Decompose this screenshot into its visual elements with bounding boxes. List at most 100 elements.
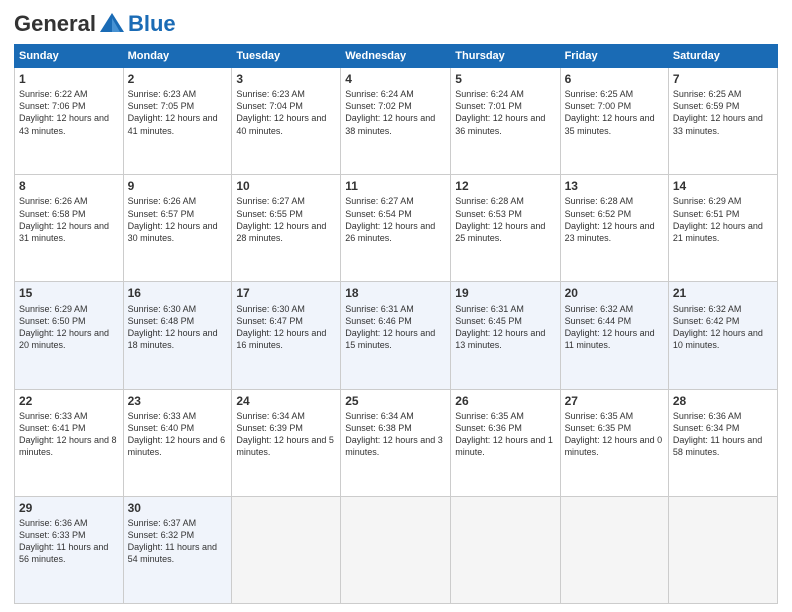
calendar-cell bbox=[451, 496, 560, 603]
day-number: 24 bbox=[236, 393, 336, 409]
day-info: Sunrise: 6:28 AMSunset: 6:53 PMDaylight:… bbox=[455, 195, 555, 244]
day-number: 8 bbox=[19, 178, 119, 194]
header-friday: Friday bbox=[560, 45, 668, 68]
calendar-cell: 10Sunrise: 6:27 AMSunset: 6:55 PMDayligh… bbox=[232, 175, 341, 282]
day-number: 16 bbox=[128, 285, 228, 301]
day-info: Sunrise: 6:27 AMSunset: 6:55 PMDaylight:… bbox=[236, 195, 336, 244]
day-number: 9 bbox=[128, 178, 228, 194]
day-number: 1 bbox=[19, 71, 119, 87]
calendar-cell: 3Sunrise: 6:23 AMSunset: 7:04 PMDaylight… bbox=[232, 68, 341, 175]
day-info: Sunrise: 6:26 AMSunset: 6:58 PMDaylight:… bbox=[19, 195, 119, 244]
logo-general-text: General bbox=[14, 11, 96, 37]
calendar-cell: 1Sunrise: 6:22 AMSunset: 7:06 PMDaylight… bbox=[15, 68, 124, 175]
day-info: Sunrise: 6:23 AMSunset: 7:04 PMDaylight:… bbox=[236, 88, 336, 137]
day-info: Sunrise: 6:35 AMSunset: 6:35 PMDaylight:… bbox=[565, 410, 664, 459]
day-info: Sunrise: 6:31 AMSunset: 6:45 PMDaylight:… bbox=[455, 303, 555, 352]
calendar-cell: 29Sunrise: 6:36 AMSunset: 6:33 PMDayligh… bbox=[15, 496, 124, 603]
calendar-cell: 2Sunrise: 6:23 AMSunset: 7:05 PMDaylight… bbox=[123, 68, 232, 175]
calendar-table: SundayMondayTuesdayWednesdayThursdayFrid… bbox=[14, 44, 778, 604]
calendar-cell: 27Sunrise: 6:35 AMSunset: 6:35 PMDayligh… bbox=[560, 389, 668, 496]
day-info: Sunrise: 6:30 AMSunset: 6:47 PMDaylight:… bbox=[236, 303, 336, 352]
calendar-cell: 12Sunrise: 6:28 AMSunset: 6:53 PMDayligh… bbox=[451, 175, 560, 282]
day-info: Sunrise: 6:33 AMSunset: 6:41 PMDaylight:… bbox=[19, 410, 119, 459]
calendar-cell: 25Sunrise: 6:34 AMSunset: 6:38 PMDayligh… bbox=[341, 389, 451, 496]
calendar-cell bbox=[341, 496, 451, 603]
day-number: 23 bbox=[128, 393, 228, 409]
calendar-cell: 6Sunrise: 6:25 AMSunset: 7:00 PMDaylight… bbox=[560, 68, 668, 175]
day-number: 20 bbox=[565, 285, 664, 301]
day-number: 17 bbox=[236, 285, 336, 301]
calendar-cell: 19 Sunrise: 6:31 AMSunset: 6:45 PMDayligh… bbox=[451, 282, 560, 389]
day-number: 30 bbox=[128, 500, 228, 516]
calendar-cell: 16Sunrise: 6:30 AMSunset: 6:48 PMDayligh… bbox=[123, 282, 232, 389]
day-info: Sunrise: 6:28 AMSunset: 6:52 PMDaylight:… bbox=[565, 195, 664, 244]
day-number: 28 bbox=[673, 393, 773, 409]
calendar-cell: 15 Sunrise: 6:29 AMSunset: 6:50 PMDayligh… bbox=[15, 282, 124, 389]
day-info: Sunrise: 6:26 AMSunset: 6:57 PMDaylight:… bbox=[128, 195, 228, 244]
calendar-cell: 22Sunrise: 6:33 AMSunset: 6:41 PMDayligh… bbox=[15, 389, 124, 496]
calendar-cell: 30Sunrise: 6:37 AMSunset: 6:32 PMDayligh… bbox=[123, 496, 232, 603]
calendar-cell: 17 Sunrise: 6:30 AMSunset: 6:47 PMDayligh… bbox=[232, 282, 341, 389]
day-info: Sunrise: 6:22 AMSunset: 7:06 PMDaylight:… bbox=[19, 88, 119, 137]
calendar-cell: 11Sunrise: 6:27 AMSunset: 6:54 PMDayligh… bbox=[341, 175, 451, 282]
day-info: Sunrise: 6:23 AMSunset: 7:05 PMDaylight:… bbox=[128, 88, 228, 137]
calendar-cell: 5Sunrise: 6:24 AMSunset: 7:01 PMDaylight… bbox=[451, 68, 560, 175]
calendar-header-row: SundayMondayTuesdayWednesdayThursdayFrid… bbox=[15, 45, 778, 68]
day-info: Sunrise: 6:34 AMSunset: 6:39 PMDaylight:… bbox=[236, 410, 336, 459]
header-thursday: Thursday bbox=[451, 45, 560, 68]
day-number: 10 bbox=[236, 178, 336, 194]
logo: General Blue bbox=[14, 10, 176, 38]
day-number: 22 bbox=[19, 393, 119, 409]
calendar-week-row: 22Sunrise: 6:33 AMSunset: 6:41 PMDayligh… bbox=[15, 389, 778, 496]
day-info: Sunrise: 6:36 AMSunset: 6:33 PMDaylight:… bbox=[19, 517, 119, 566]
day-number: 26 bbox=[455, 393, 555, 409]
day-number: 14 bbox=[673, 178, 773, 194]
day-info: Sunrise: 6:29 AMSunset: 6:50 PMDaylight:… bbox=[19, 303, 119, 352]
day-number: 27 bbox=[565, 393, 664, 409]
calendar-cell: 4Sunrise: 6:24 AMSunset: 7:02 PMDaylight… bbox=[341, 68, 451, 175]
day-info: Sunrise: 6:32 AMSunset: 6:44 PMDaylight:… bbox=[565, 303, 664, 352]
day-number: 12 bbox=[455, 178, 555, 194]
calendar-cell: 24Sunrise: 6:34 AMSunset: 6:39 PMDayligh… bbox=[232, 389, 341, 496]
day-number: 11 bbox=[345, 178, 446, 194]
day-info: Sunrise: 6:24 AMSunset: 7:01 PMDaylight:… bbox=[455, 88, 555, 137]
day-number: 4 bbox=[345, 71, 446, 87]
day-info: Sunrise: 6:35 AMSunset: 6:36 PMDaylight:… bbox=[455, 410, 555, 459]
day-info: Sunrise: 6:33 AMSunset: 6:40 PMDaylight:… bbox=[128, 410, 228, 459]
day-info: Sunrise: 6:34 AMSunset: 6:38 PMDaylight:… bbox=[345, 410, 446, 459]
header-wednesday: Wednesday bbox=[341, 45, 451, 68]
day-info: Sunrise: 6:25 AMSunset: 7:00 PMDaylight:… bbox=[565, 88, 664, 137]
calendar-cell: 26Sunrise: 6:35 AMSunset: 6:36 PMDayligh… bbox=[451, 389, 560, 496]
calendar-cell: 13Sunrise: 6:28 AMSunset: 6:52 PMDayligh… bbox=[560, 175, 668, 282]
day-number: 25 bbox=[345, 393, 446, 409]
day-number: 6 bbox=[565, 71, 664, 87]
calendar-cell bbox=[560, 496, 668, 603]
logo-icon bbox=[98, 10, 126, 38]
day-info: Sunrise: 6:31 AMSunset: 6:46 PMDaylight:… bbox=[345, 303, 446, 352]
calendar-week-row: 29Sunrise: 6:36 AMSunset: 6:33 PMDayligh… bbox=[15, 496, 778, 603]
calendar-week-row: 1Sunrise: 6:22 AMSunset: 7:06 PMDaylight… bbox=[15, 68, 778, 175]
calendar-cell bbox=[232, 496, 341, 603]
header-saturday: Saturday bbox=[668, 45, 777, 68]
day-number: 19 bbox=[455, 285, 555, 301]
calendar-cell: 18Sunrise: 6:31 AMSunset: 6:46 PMDayligh… bbox=[341, 282, 451, 389]
header-tuesday: Tuesday bbox=[232, 45, 341, 68]
day-number: 21 bbox=[673, 285, 773, 301]
day-number: 13 bbox=[565, 178, 664, 194]
calendar-cell: 23Sunrise: 6:33 AMSunset: 6:40 PMDayligh… bbox=[123, 389, 232, 496]
day-number: 15 bbox=[19, 285, 119, 301]
calendar-week-row: 15 Sunrise: 6:29 AMSunset: 6:50 PMDayligh… bbox=[15, 282, 778, 389]
day-number: 5 bbox=[455, 71, 555, 87]
calendar-cell: 7Sunrise: 6:25 AMSunset: 6:59 PMDaylight… bbox=[668, 68, 777, 175]
day-info: Sunrise: 6:27 AMSunset: 6:54 PMDaylight:… bbox=[345, 195, 446, 244]
day-number: 7 bbox=[673, 71, 773, 87]
calendar-cell: 9Sunrise: 6:26 AMSunset: 6:57 PMDaylight… bbox=[123, 175, 232, 282]
day-number: 29 bbox=[19, 500, 119, 516]
header-monday: Monday bbox=[123, 45, 232, 68]
calendar-cell: 8Sunrise: 6:26 AMSunset: 6:58 PMDaylight… bbox=[15, 175, 124, 282]
logo-blue-text: Blue bbox=[128, 11, 176, 37]
day-info: Sunrise: 6:25 AMSunset: 6:59 PMDaylight:… bbox=[673, 88, 773, 137]
calendar-cell: 20 Sunrise: 6:32 AMSunset: 6:44 PMDayligh… bbox=[560, 282, 668, 389]
day-number: 2 bbox=[128, 71, 228, 87]
calendar-cell: 14Sunrise: 6:29 AMSunset: 6:51 PMDayligh… bbox=[668, 175, 777, 282]
